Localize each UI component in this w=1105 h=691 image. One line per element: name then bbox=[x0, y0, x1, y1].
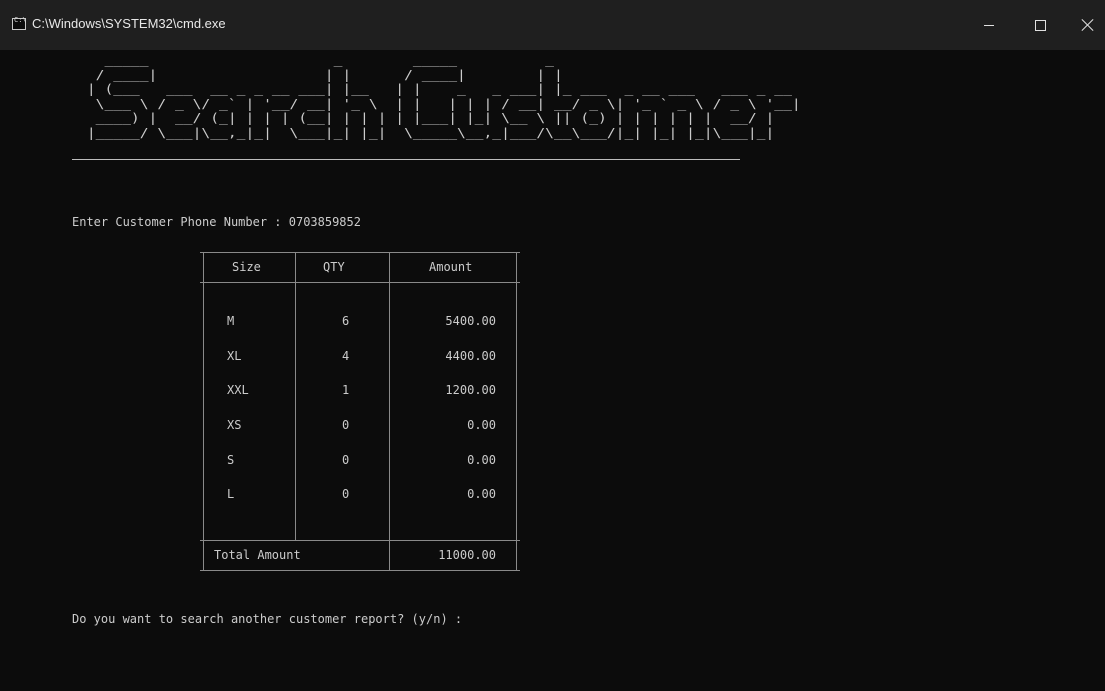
table-border-body-bottom bbox=[200, 540, 520, 541]
table-divider-size-qty bbox=[295, 252, 296, 541]
row-amount: 0.00 bbox=[467, 418, 496, 432]
table-border-left bbox=[203, 252, 204, 571]
row-qty: 0 bbox=[342, 418, 350, 432]
header-qty: QTY bbox=[323, 260, 345, 274]
table-border-right bbox=[516, 252, 517, 571]
total-amount-value: 11000.00 bbox=[438, 548, 496, 562]
customer-report-table: Size QTY Amount M 6 5400.00 XL 4 4400.00… bbox=[200, 252, 520, 571]
row-size: XL bbox=[227, 349, 242, 363]
row-size: XXL bbox=[227, 383, 249, 397]
row-amount: 4400.00 bbox=[445, 349, 496, 363]
row-size: L bbox=[227, 487, 235, 501]
row-qty: 4 bbox=[342, 349, 350, 363]
maximize-icon bbox=[1034, 19, 1046, 31]
row-qty: 1 bbox=[342, 383, 350, 397]
row-amount: 0.00 bbox=[467, 487, 496, 501]
row-qty: 6 bbox=[342, 314, 350, 328]
cmd-app-icon[interactable]: C:\ bbox=[12, 16, 27, 30]
minimize-button[interactable] bbox=[967, 9, 1011, 41]
title-bar[interactable]: C:\ C:\Windows\SYSTEM32\cmd.exe bbox=[0, 0, 1105, 50]
row-amount: 1200.00 bbox=[445, 383, 496, 397]
row-size: S bbox=[227, 453, 235, 467]
table-border-top bbox=[200, 252, 520, 253]
total-amount-label: Total Amount bbox=[214, 548, 301, 562]
close-button[interactable] bbox=[1066, 9, 1105, 41]
row-qty: 0 bbox=[342, 487, 350, 501]
search-again-prompt: Do you want to search another customer r… bbox=[72, 612, 463, 626]
header-size: Size bbox=[232, 260, 261, 274]
row-size: XS bbox=[227, 418, 242, 432]
console-output[interactable]: _____ _ _____ _ / ____| | | / ____| | | … bbox=[0, 50, 1105, 691]
header-amount: Amount bbox=[429, 260, 473, 274]
cmd-window: C:\ C:\Windows\SYSTEM32\cmd.exe _____ _ … bbox=[0, 0, 1105, 691]
banner-underline bbox=[72, 159, 740, 160]
window-title: C:\Windows\SYSTEM32\cmd.exe bbox=[32, 16, 226, 31]
close-icon bbox=[1081, 18, 1094, 32]
table-border-header bbox=[200, 282, 520, 283]
cmd-icon-glyph: C:\ bbox=[14, 16, 27, 24]
table-divider-qty-amount bbox=[389, 252, 390, 571]
phone-number-prompt: Enter Customer Phone Number : 0703859852 bbox=[72, 215, 361, 229]
maximize-button[interactable] bbox=[1018, 9, 1062, 41]
search-customer-banner: _____ _ _____ _ / ____| | | / ____| | | … bbox=[86, 53, 801, 140]
row-amount: 5400.00 bbox=[445, 314, 496, 328]
minimize-icon bbox=[984, 24, 994, 26]
row-size: M bbox=[227, 314, 235, 328]
row-qty: 0 bbox=[342, 453, 350, 467]
row-amount: 0.00 bbox=[467, 453, 496, 467]
table-border-bottom bbox=[200, 570, 520, 571]
